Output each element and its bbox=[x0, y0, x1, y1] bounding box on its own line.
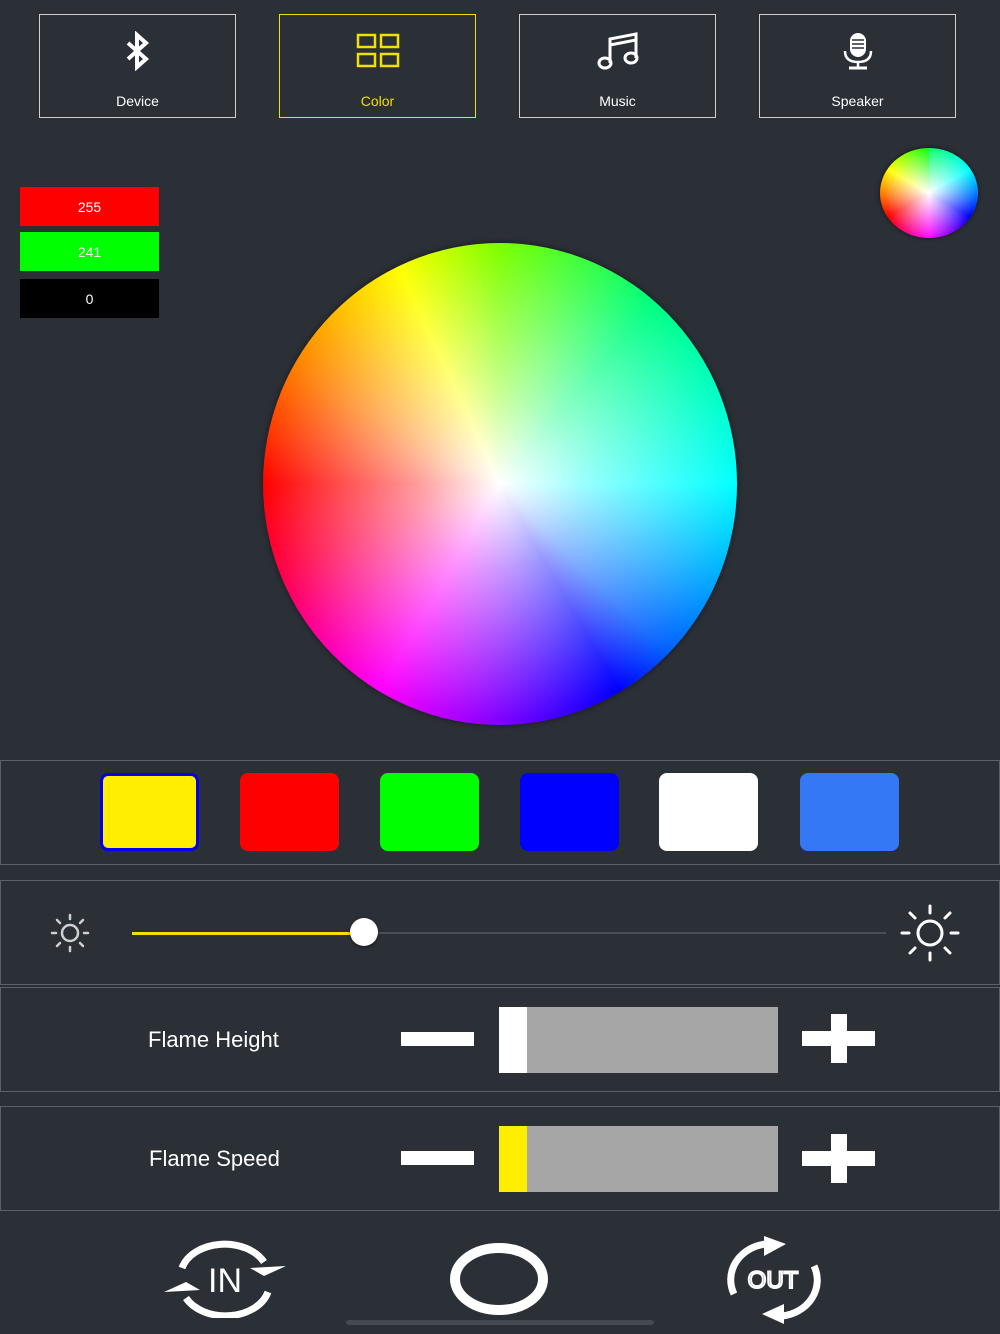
mode-in-label: IN bbox=[208, 1262, 242, 1300]
microphone-icon bbox=[838, 31, 878, 71]
sun-large-icon bbox=[898, 902, 962, 969]
color-wheel-picker[interactable] bbox=[263, 243, 737, 725]
flame-height-decrease-button[interactable] bbox=[401, 1032, 474, 1046]
tab-music-label: Music bbox=[599, 93, 636, 109]
mode-in-button[interactable]: IN bbox=[160, 1240, 290, 1323]
tab-speaker[interactable]: Speaker bbox=[759, 14, 956, 118]
music-note-icon bbox=[596, 31, 640, 71]
mode-out-label: OUT bbox=[748, 1267, 799, 1294]
flame-height-bar-fill bbox=[499, 1007, 527, 1073]
flame-speed-increase-button[interactable] bbox=[802, 1134, 875, 1183]
tab-device-label: Device bbox=[116, 93, 159, 109]
blue-value: 0 bbox=[20, 279, 159, 318]
sun-small-icon bbox=[49, 912, 91, 959]
tab-color[interactable]: Color bbox=[279, 14, 476, 118]
mode-cycle-button[interactable] bbox=[449, 1243, 549, 1320]
cycle-out-icon: OUT bbox=[727, 1236, 821, 1324]
brightness-slider-thumb[interactable] bbox=[350, 918, 378, 946]
cycle-in-icon: IN bbox=[164, 1240, 286, 1320]
mode-out-button[interactable]: OUT bbox=[720, 1234, 828, 1331]
tab-speaker-label: Speaker bbox=[831, 93, 884, 109]
flame-speed-bar[interactable] bbox=[499, 1126, 778, 1192]
flame-speed-decrease-button[interactable] bbox=[401, 1151, 474, 1165]
green-value: 241 bbox=[20, 232, 159, 271]
ring-icon bbox=[450, 1243, 548, 1315]
tab-music[interactable]: Music bbox=[519, 14, 716, 118]
red-value: 255 bbox=[20, 187, 159, 226]
tab-color-label: Color bbox=[360, 93, 395, 109]
flame-height-bar[interactable] bbox=[499, 1007, 778, 1073]
brightness-track[interactable] bbox=[364, 932, 886, 934]
home-indicator bbox=[346, 1320, 654, 1325]
swatch-red[interactable] bbox=[240, 773, 339, 851]
flame-height-increase-button[interactable] bbox=[802, 1014, 875, 1063]
brightness-track-filled bbox=[132, 932, 364, 935]
swatch-yellow[interactable] bbox=[100, 773, 199, 851]
swatch-green[interactable] bbox=[380, 773, 479, 851]
swatch-blue[interactable] bbox=[520, 773, 619, 851]
color-wheel-toggle-button[interactable] bbox=[880, 148, 978, 238]
bluetooth-icon bbox=[118, 31, 158, 71]
flame-speed-bar-fill bbox=[499, 1126, 527, 1192]
swatch-light-blue[interactable] bbox=[800, 773, 899, 851]
grid-icon bbox=[356, 31, 400, 71]
flame-height-label: Flame Height bbox=[148, 1027, 279, 1052]
flame-speed-label: Flame Speed bbox=[149, 1146, 280, 1171]
tab-device[interactable]: Device bbox=[39, 14, 236, 118]
swatch-white[interactable] bbox=[659, 773, 758, 851]
